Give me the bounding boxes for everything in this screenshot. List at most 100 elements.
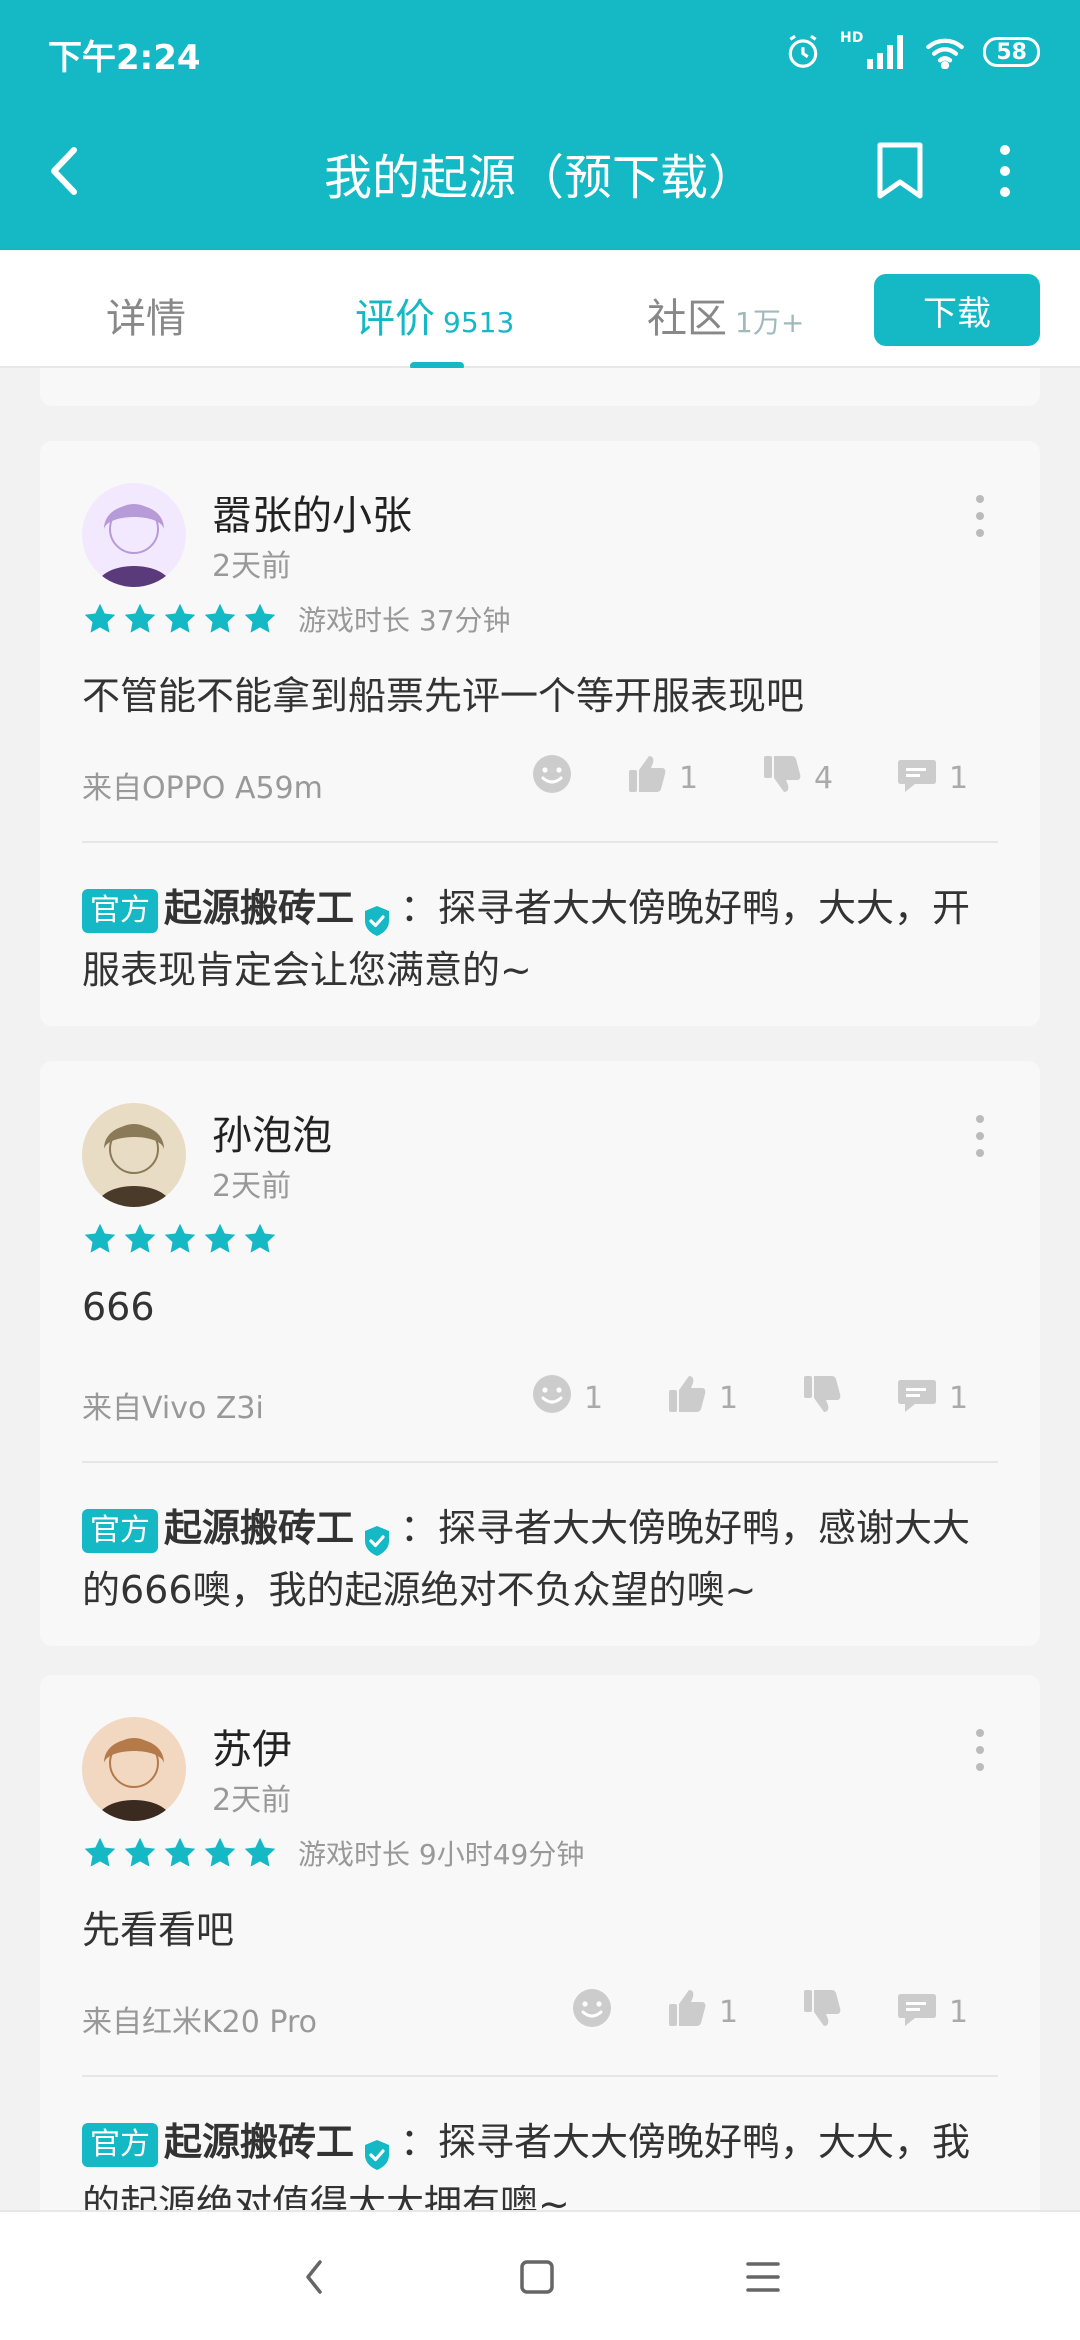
thumbs-up-icon (625, 752, 669, 804)
review-text: 不管能不能拿到船票先评一个等开服表现吧 (82, 674, 805, 718)
official-reply[interactable]: 官方 起源搬砖工 ：探寻者大大傍晚好鸭，大大，开服表现肯定会让您满意的~ (82, 877, 998, 1001)
official-reply[interactable]: 官方 起源搬砖工 ：探寻者大大傍晚好鸭，感谢大大的666噢，我的起源绝对不负众望的噢… (82, 1497, 998, 1621)
rating-row: 游戏时长 9小时49分钟 (82, 1833, 584, 1873)
tab-community-label: 社区 (647, 296, 727, 342)
star-icon (242, 1835, 278, 1871)
comment-count: 1 (949, 1994, 969, 2030)
thumbs-up-button[interactable]: 1 (625, 753, 698, 803)
username[interactable]: 苏伊 (212, 1717, 292, 1775)
comment-icon (895, 1986, 939, 2038)
verified-badge-icon (360, 2128, 394, 2170)
verified-badge-icon (360, 894, 394, 936)
comment-button[interactable]: 1 (895, 1373, 968, 1423)
official-badge: 官方 (82, 2122, 158, 2167)
star-icon (82, 601, 118, 637)
tab-details-label: 详情 (106, 296, 186, 342)
emoji-reaction-icon (530, 752, 574, 804)
alarm-icon (788, 34, 818, 68)
app-header: 下午2:24 HD 58 我的起源（预下载） (0, 0, 1080, 250)
official-reply[interactable]: 官方 起源搬砖工 ：探寻者大大傍晚好鸭，大大，我的起源绝对值得大大拥有噢~ (82, 2111, 998, 2210)
bookmark-icon[interactable] (870, 140, 930, 202)
star-icon (122, 1221, 158, 1257)
comment-count: 1 (949, 1380, 969, 1416)
review-text: 先看看吧 (82, 1908, 235, 1952)
emoji-reaction-count: 1 (584, 1380, 604, 1416)
review-card[interactable]: 嚣张的小张 2天前 游戏时长 37分钟 不管能不能拿到船票先评一个等开服表现吧 来自OP… (40, 441, 1040, 1026)
system-home-icon[interactable] (512, 2252, 562, 2302)
thumbs-up-button[interactable]: 1 (665, 1987, 738, 2037)
thumbs-down-button[interactable]: 4 (760, 753, 833, 803)
avatar[interactable] (82, 1103, 186, 1207)
star-icon (242, 1221, 278, 1257)
wifi-icon (926, 38, 965, 69)
username[interactable]: 嚣张的小张 (212, 483, 412, 541)
star-icon (202, 1835, 238, 1871)
avatar[interactable] (82, 483, 186, 587)
more-vertical-icon[interactable] (970, 491, 990, 541)
star-icon (162, 601, 198, 637)
avatar[interactable] (82, 1717, 186, 1821)
hd-label: HD (840, 30, 864, 46)
review-actions: 1 1 1 (40, 1373, 1040, 1423)
comment-button[interactable]: 1 (895, 753, 968, 803)
reply-author[interactable]: 起源搬砖工 (164, 2120, 354, 2164)
review-time: 2天前 (212, 1783, 292, 1818)
nav-bar: 我的起源（预下载） (0, 110, 1080, 230)
star-icon (202, 601, 238, 637)
review-time: 2天前 (212, 1169, 292, 1204)
emoji-reaction-button[interactable] (530, 753, 584, 803)
emoji-reaction-icon (530, 1372, 574, 1424)
thumbs-down-count: 4 (814, 760, 834, 796)
emoji-reaction-button[interactable] (570, 1987, 624, 2037)
tab-details[interactable]: 详情 (106, 286, 186, 344)
review-card[interactable]: 孙泡泡 2天前 666 来自Vivo Z3i 1 1 1 官方 起源搬砖工 ：探寻者大大傍晚好鸭，… (40, 1061, 1040, 1646)
review-text: 666 (82, 1285, 155, 1329)
tab-reviews[interactable]: 评价 9513 (355, 286, 514, 344)
thumbs-down-icon (760, 752, 804, 804)
more-vertical-icon[interactable] (970, 1111, 990, 1161)
review-actions: 1 4 1 (40, 753, 1040, 803)
review-card-partial (40, 368, 1040, 406)
system-menu-icon[interactable] (738, 2252, 788, 2302)
thumbs-up-count: 1 (719, 1994, 739, 2030)
status-bar: 下午2:24 HD 58 (0, 0, 1080, 100)
download-button[interactable]: 下载 (874, 274, 1040, 346)
reply-author[interactable]: 起源搬砖工 (164, 1506, 354, 1550)
thumbs-down-icon (800, 1986, 844, 2038)
star-icon (82, 1835, 118, 1871)
comment-icon (895, 1372, 939, 1424)
cell-signal-icon (867, 35, 904, 69)
thumbs-up-count: 1 (679, 760, 699, 796)
system-back-icon[interactable] (290, 2252, 340, 2302)
review-list[interactable]: 嚣张的小张 2天前 游戏时长 37分钟 不管能不能拿到船票先评一个等开服表现吧 来自OP… (0, 368, 1080, 2210)
reply-author[interactable]: 起源搬砖工 (164, 886, 354, 930)
comment-count: 1 (949, 760, 969, 796)
emoji-reaction-button[interactable]: 1 (530, 1373, 603, 1423)
star-icon (202, 1221, 238, 1257)
comment-button[interactable]: 1 (895, 1987, 968, 2037)
review-card[interactable]: 苏伊 2天前 游戏时长 9小时49分钟 先看看吧 来自红米K20 Pro 1 1 官方 起源搬砖… (40, 1675, 1040, 2210)
thumbs-up-button[interactable]: 1 (665, 1373, 738, 1423)
status-time: 下午2:24 (48, 38, 201, 78)
tab-reviews-label: 评价 (355, 296, 435, 342)
divider (82, 2075, 998, 2077)
star-icon (242, 601, 278, 637)
more-vertical-icon[interactable] (970, 1725, 990, 1775)
more-vertical-icon[interactable] (985, 140, 1025, 202)
star-icon (82, 1221, 118, 1257)
tab-community[interactable]: 社区 1万+ (647, 286, 804, 344)
star-rating (82, 1221, 278, 1257)
thumbs-down-button[interactable] (800, 1373, 854, 1423)
rating-row (82, 1219, 298, 1259)
review-time: 2天前 (212, 549, 292, 584)
system-nav-bar (0, 2210, 1080, 2340)
comment-icon (895, 752, 939, 804)
username[interactable]: 孙泡泡 (212, 1103, 332, 1161)
emoji-reaction-icon (570, 1986, 614, 2038)
verified-badge-icon (360, 1514, 394, 1556)
star-icon (162, 1221, 198, 1257)
divider (82, 1461, 998, 1463)
tab-community-count: 1万+ (735, 306, 805, 339)
thumbs-down-button[interactable] (800, 1987, 854, 2037)
battery-indicator: 58 (983, 37, 1040, 67)
